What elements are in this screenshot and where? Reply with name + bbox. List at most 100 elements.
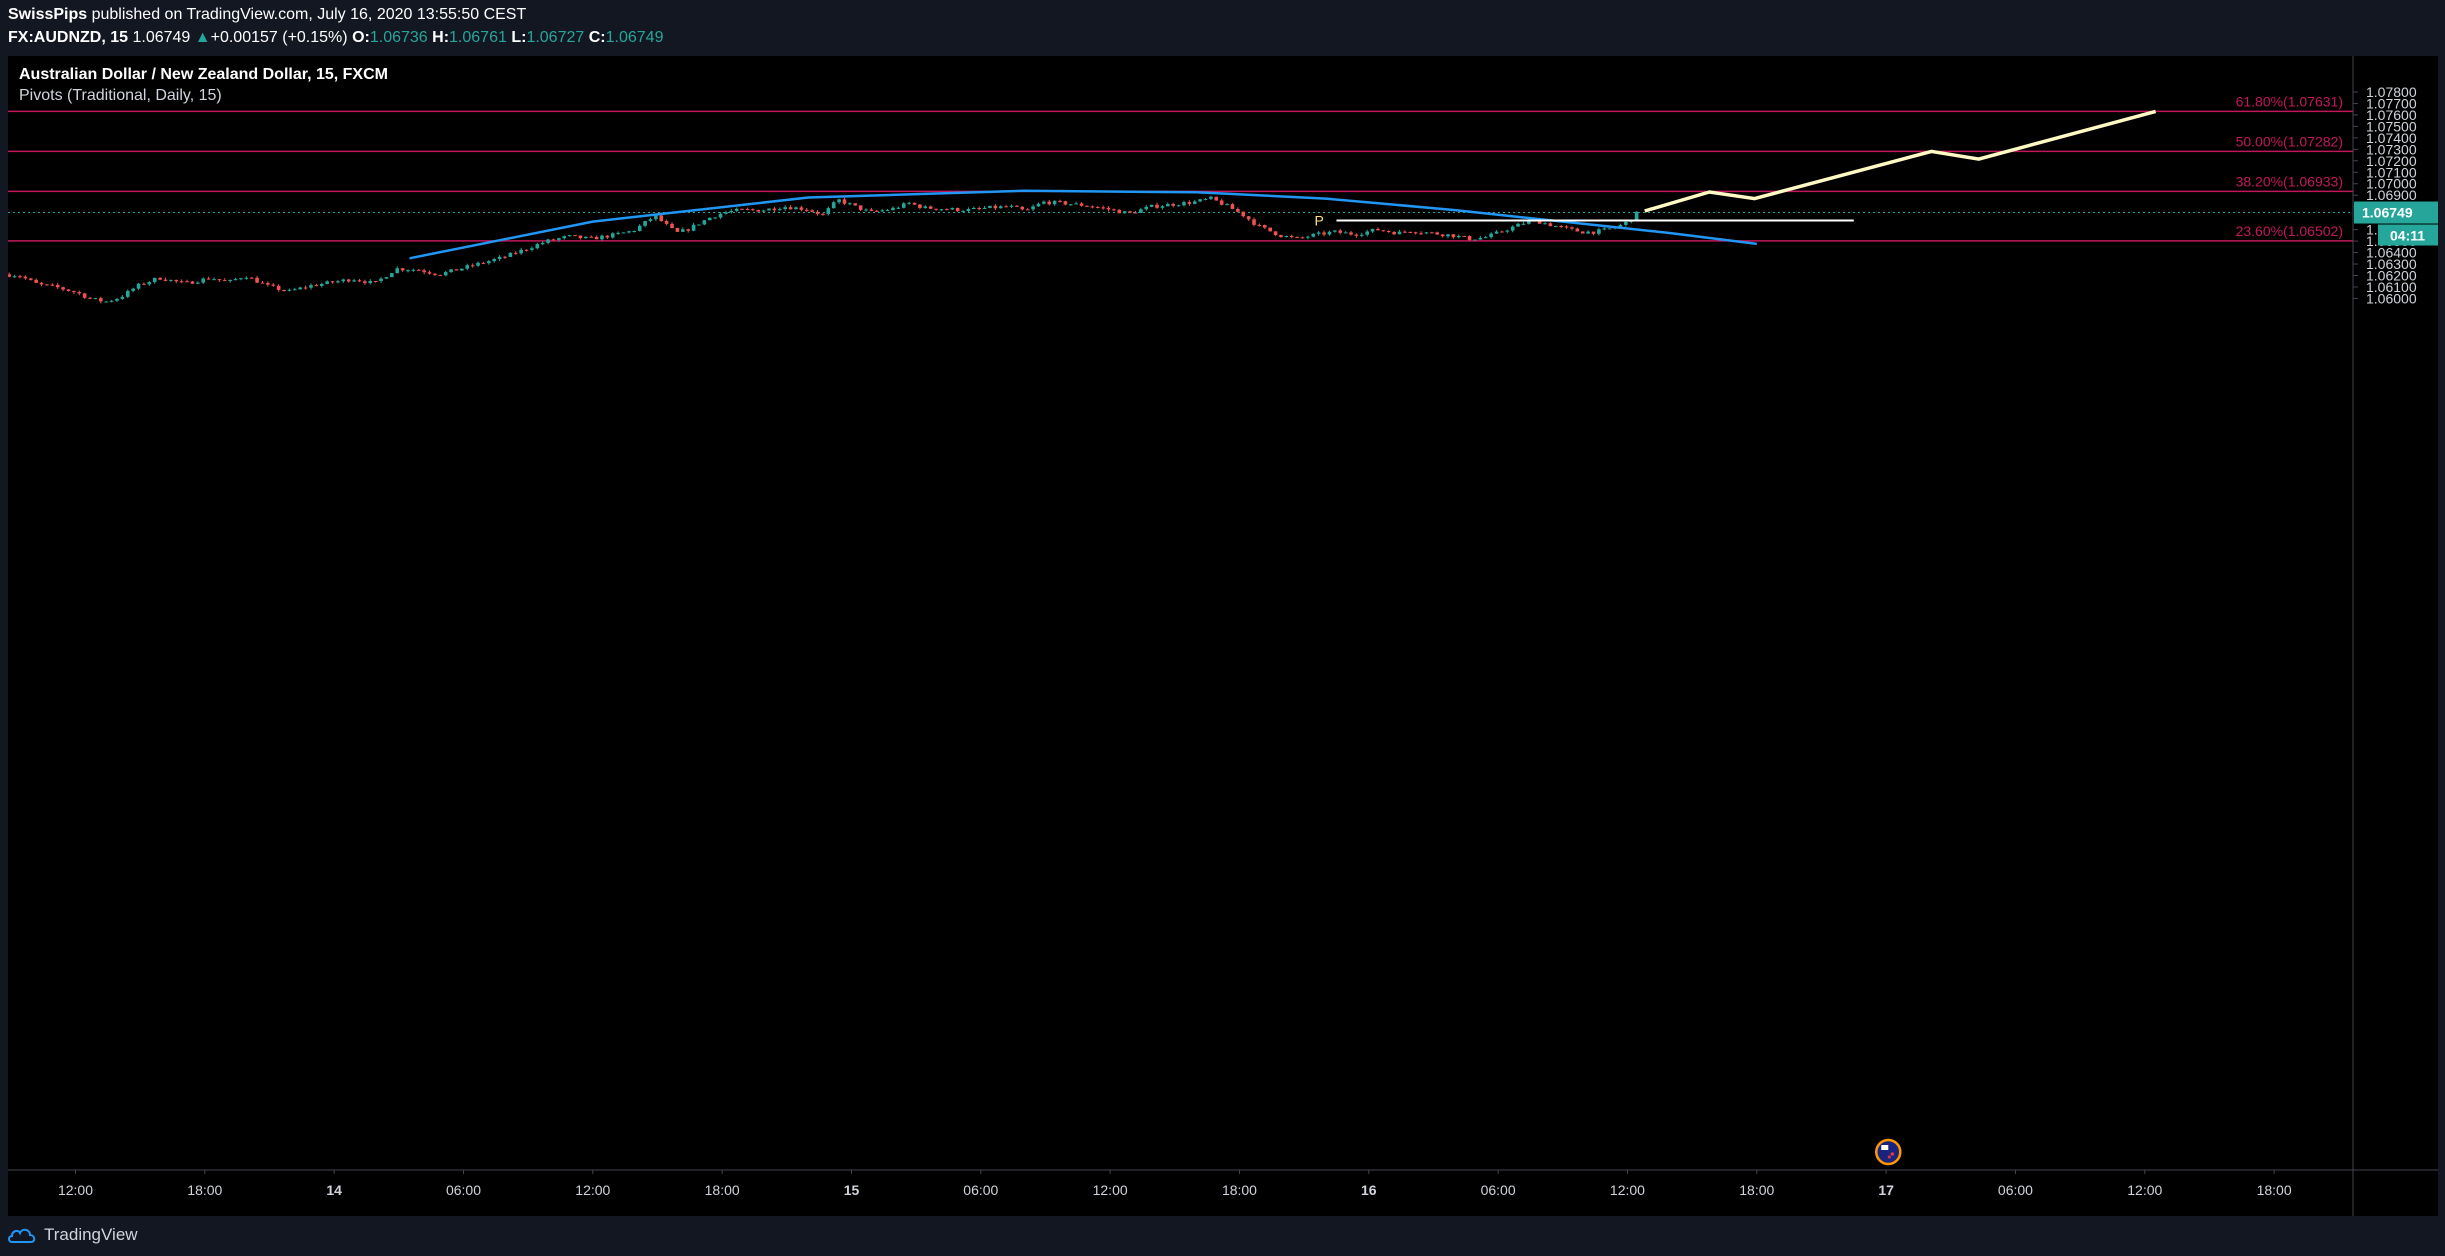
price-chart[interactable]: 61.80%(1.07631) 50.00%(1.07282) 38.20%(1.0… <box>8 56 2438 1232</box>
bearish-candle <box>18 276 22 278</box>
bearish-candle <box>470 265 475 267</box>
bullish-candle <box>724 212 728 214</box>
bearish-candle <box>664 221 669 224</box>
bullish-candle <box>778 209 782 211</box>
y-tick-label: 1.06000 <box>2366 290 2417 306</box>
bearish-candle <box>918 204 922 208</box>
bearish-candle <box>1155 204 1159 208</box>
countdown-label: 04:11 <box>2390 228 2425 244</box>
bullish-candle <box>972 207 976 210</box>
bearish-candle <box>72 291 76 293</box>
bullish-candle <box>487 261 491 264</box>
tradingview-logo[interactable]: TradingView <box>8 1225 138 1245</box>
x-tick-label: 06:00 <box>446 1182 481 1198</box>
x-tick-label: 18:00 <box>1222 1182 1257 1198</box>
bearish-candle <box>314 285 319 287</box>
bullish-candle <box>1543 223 1547 225</box>
bullish-candle <box>616 232 620 234</box>
bearish-candle <box>524 249 529 251</box>
nz-flag-event-icon <box>1875 1138 1902 1166</box>
bullish-candle <box>319 283 324 286</box>
bearish-candle <box>1322 232 1326 235</box>
bullish-candle <box>1144 206 1149 210</box>
bullish-candle <box>1397 231 1402 235</box>
bearish-candle <box>422 270 426 273</box>
bearish-candle <box>858 205 863 210</box>
bearish-candle <box>266 283 270 285</box>
bullish-candle <box>1042 201 1046 204</box>
bearish-candle <box>1386 230 1391 233</box>
bearish-candle <box>330 281 335 283</box>
bearish-candle <box>88 297 92 299</box>
bearish-candle <box>1214 196 1219 201</box>
bearish-candle <box>77 292 82 294</box>
bearish-candle <box>1090 206 1095 208</box>
x-tick-label: 06:00 <box>1998 1182 2033 1198</box>
bullish-candle <box>864 209 868 211</box>
bearish-candle <box>55 284 60 288</box>
bullish-candle <box>1192 201 1197 204</box>
bearish-candle <box>1268 227 1272 232</box>
bearish-candle <box>23 276 28 279</box>
bearish-candle <box>513 252 518 254</box>
bullish-candle <box>1074 203 1078 205</box>
bullish-candle <box>621 232 626 234</box>
bearish-candle <box>1025 209 1030 211</box>
bearish-candle <box>271 284 276 286</box>
bullish-candle <box>1306 236 1310 238</box>
bearish-candle <box>481 262 486 264</box>
bullish-candle <box>691 224 696 231</box>
bearish-candle <box>594 236 599 240</box>
x-tick-label: 14 <box>326 1182 342 1198</box>
chart-area[interactable]: 61.80%(1.07631) 50.00%(1.07282) 38.20%(1.0… <box>8 56 2438 1232</box>
bullish-candle <box>497 256 502 260</box>
bullish-candle <box>707 217 712 221</box>
bearish-candle <box>1392 232 1396 235</box>
bearish-candle <box>1430 232 1434 234</box>
bearish-candle <box>810 210 814 212</box>
bearish-candle <box>821 213 825 215</box>
bearish-candle <box>551 239 556 241</box>
bearish-candle <box>993 205 998 209</box>
bullish-candle <box>1456 235 1461 238</box>
x-tick-label: 12:00 <box>575 1182 610 1198</box>
bearish-candle <box>1085 205 1089 207</box>
publication-header: SwissPips published on TradingView.com, … <box>8 4 2438 54</box>
bullish-candle <box>1327 231 1332 235</box>
bearish-candle <box>373 280 378 282</box>
bearish-candle <box>1246 216 1251 220</box>
bearish-candle <box>1015 205 1019 207</box>
bullish-candle <box>465 265 470 269</box>
bullish-candle <box>244 277 249 279</box>
bullish-candle <box>1516 223 1520 227</box>
bearish-candle <box>1548 223 1553 227</box>
bearish-candle <box>1117 209 1122 214</box>
bullish-candle <box>767 208 771 211</box>
bullish-candle <box>1624 221 1628 225</box>
bearish-candle <box>1500 231 1504 233</box>
bearish-candle <box>416 269 421 271</box>
bullish-candle <box>228 279 232 281</box>
footer: TradingView <box>0 1216 2445 1256</box>
bearish-candle <box>260 282 265 284</box>
bearish-candle <box>1128 211 1132 213</box>
bearish-candle <box>303 287 308 289</box>
bullish-candle <box>212 279 216 281</box>
bullish-candle <box>654 215 658 220</box>
author-name[interactable]: SwissPips <box>8 6 87 23</box>
bullish-candle <box>379 278 383 281</box>
bearish-candle <box>756 209 761 212</box>
bullish-candle <box>885 210 890 212</box>
bullish-candle <box>12 276 17 278</box>
bullish-candle <box>1478 237 1483 240</box>
bullish-candle <box>896 207 901 209</box>
indicator-legend[interactable]: Pivots (Traditional, Daily, 15) <box>19 87 222 105</box>
bullish-candle <box>907 202 911 204</box>
bullish-candle <box>880 210 884 212</box>
bearish-candle <box>740 208 744 210</box>
bearish-candle <box>206 278 211 280</box>
bullish-candle <box>794 207 798 210</box>
low-value: 1.06727 <box>526 29 585 46</box>
x-tick-label: 18:00 <box>2257 1182 2292 1198</box>
bearish-candle <box>433 273 437 275</box>
